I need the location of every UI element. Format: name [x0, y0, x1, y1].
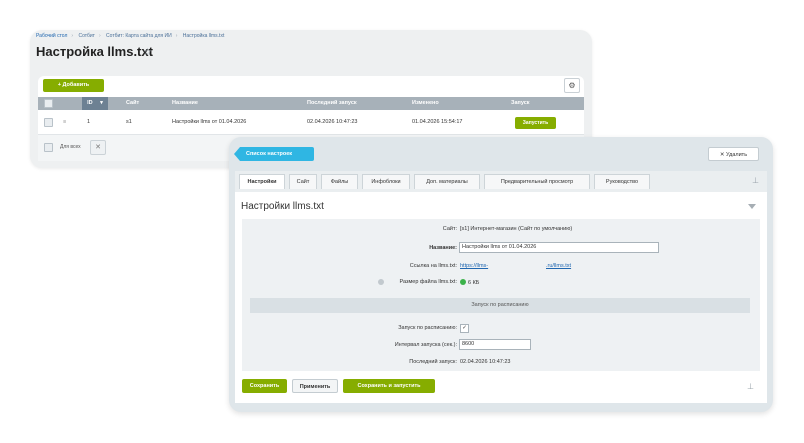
page-title: Настройка llms.txt [36, 44, 153, 59]
add-button[interactable]: + Добавить [43, 79, 104, 92]
tab-files[interactable]: Файлы [321, 174, 358, 189]
row-checkbox[interactable] [44, 118, 53, 127]
pin-icon[interactable]: ⊥ [747, 382, 754, 391]
column-run: Запуск [511, 100, 530, 106]
save-button[interactable]: Сохранить [242, 379, 287, 393]
size-value: 6 КБ [468, 280, 480, 286]
site-label: Сайт: [442, 226, 457, 232]
table-row[interactable]: ≡ 1 s1 Настройки llms от 01.04.2026 02.0… [38, 112, 584, 132]
cell-last-run: 02.04.2026 10:47:23 [307, 119, 358, 125]
table-header: ID ▾ Сайт Название Последний запуск Изме… [38, 97, 584, 110]
pin-icon[interactable]: ⊥ [752, 176, 759, 185]
tab-iblocks[interactable]: Инфоблоки [362, 174, 410, 189]
name-label: Название: [429, 245, 457, 251]
interval-label: Интервал запуска (сек.): [394, 342, 457, 348]
settings-content: Настройки llms.txt Сайт: [s1] Интернет-м… [235, 192, 767, 403]
size-value-group: 6 КБ [460, 279, 479, 286]
sort-icon: ▾ [100, 100, 103, 106]
column-last-run[interactable]: Последний запуск [307, 97, 357, 110]
cell-changed: 01.04.2026 15:54:17 [412, 119, 463, 125]
for-all-checkbox[interactable] [44, 143, 53, 152]
column-id[interactable]: ID ▾ [82, 97, 108, 110]
action-bar: Сохранить Применить Сохранить и запустит… [235, 375, 767, 401]
help-icon[interactable] [378, 279, 384, 285]
schedule-enabled-checkbox[interactable]: ✓ [460, 324, 469, 333]
select-all-checkbox[interactable] [44, 99, 53, 108]
section-title: Настройки llms.txt [241, 201, 324, 212]
last-run-value: 02.04.2026 10:47:23 [460, 359, 511, 365]
tab-site[interactable]: Сайт [289, 174, 317, 189]
name-input[interactable]: Настройки llms от 01.04.2026 [459, 242, 659, 253]
breadcrumb-sitemap[interactable]: Сотбит: Карта сайта для ИИ [106, 33, 172, 39]
delete-button[interactable]: ✕ Удалить [708, 147, 759, 161]
tab-settings[interactable]: Настройки [239, 174, 285, 189]
size-label: Размер файла llms.txt: [399, 279, 457, 285]
run-button[interactable]: Запустить [515, 117, 556, 129]
for-all-label: Для всех [60, 144, 81, 150]
breadcrumb-desktop[interactable]: Рабочий стол [36, 33, 67, 39]
column-site[interactable]: Сайт [126, 97, 139, 110]
settings-list-button[interactable]: Список настроек [234, 147, 314, 161]
schedule-enabled-label: Запуск по расписанию: [398, 325, 457, 331]
save-and-run-button[interactable]: Сохранить и запустить [343, 379, 435, 393]
tab-guide[interactable]: Руководство [594, 174, 650, 189]
favorite-star-icon[interactable]: ☆ [143, 47, 152, 58]
cell-name: Настройки llms от 01.04.2026 [172, 119, 247, 125]
breadcrumb-separator: › [98, 33, 101, 39]
status-dot-icon [460, 279, 466, 285]
cell-site: s1 [126, 119, 132, 125]
tab-preview[interactable]: Предварительный просмотр [484, 174, 590, 189]
apply-button[interactable]: Применить [292, 379, 338, 393]
tab-bar: Настройки Сайт Файлы Инфоблоки Доп. мате… [235, 171, 767, 192]
schedule-section-header: Запуск по расписанию [250, 298, 750, 313]
llms-link-end[interactable]: .ru/llms.txt [546, 263, 571, 269]
column-changed[interactable]: Изменено [412, 97, 439, 110]
collapse-icon[interactable] [748, 204, 756, 209]
link-label: Ссылка на llms.txt: [409, 263, 457, 269]
row-menu-icon[interactable]: ≡ [63, 112, 66, 132]
tab-extra-materials[interactable]: Доп. материалы [414, 174, 480, 189]
column-name[interactable]: Название [172, 97, 198, 110]
cell-id: 1 [87, 119, 91, 125]
breadcrumb-llms[interactable]: Настройка llms.txt [183, 33, 225, 39]
interval-input[interactable]: 8600 [459, 339, 531, 350]
breadcrumb-separator: › [175, 33, 178, 39]
settings-form: Сайт: [s1] Интернет-магазин (Сайт по умо… [242, 219, 760, 371]
llms-link-start[interactable]: https://llms- [460, 263, 488, 269]
breadcrumb-separator: › [71, 33, 74, 39]
settings-window: Список настроек ✕ Удалить Настройки Сайт… [229, 137, 773, 412]
breadcrumb-sotbit[interactable]: Сотбит [78, 33, 95, 39]
site-value: [s1] Интернет-магазин (Сайт по умолчанию… [460, 226, 573, 232]
gear-icon[interactable]: ⚙ [564, 78, 580, 93]
breadcrumb: Рабочий стол › Сотбит › Сотбит: Карта сайт… [36, 33, 228, 39]
delete-selected-button[interactable]: ✕ [90, 140, 106, 155]
last-run-label: Последний запуск: [409, 359, 457, 365]
